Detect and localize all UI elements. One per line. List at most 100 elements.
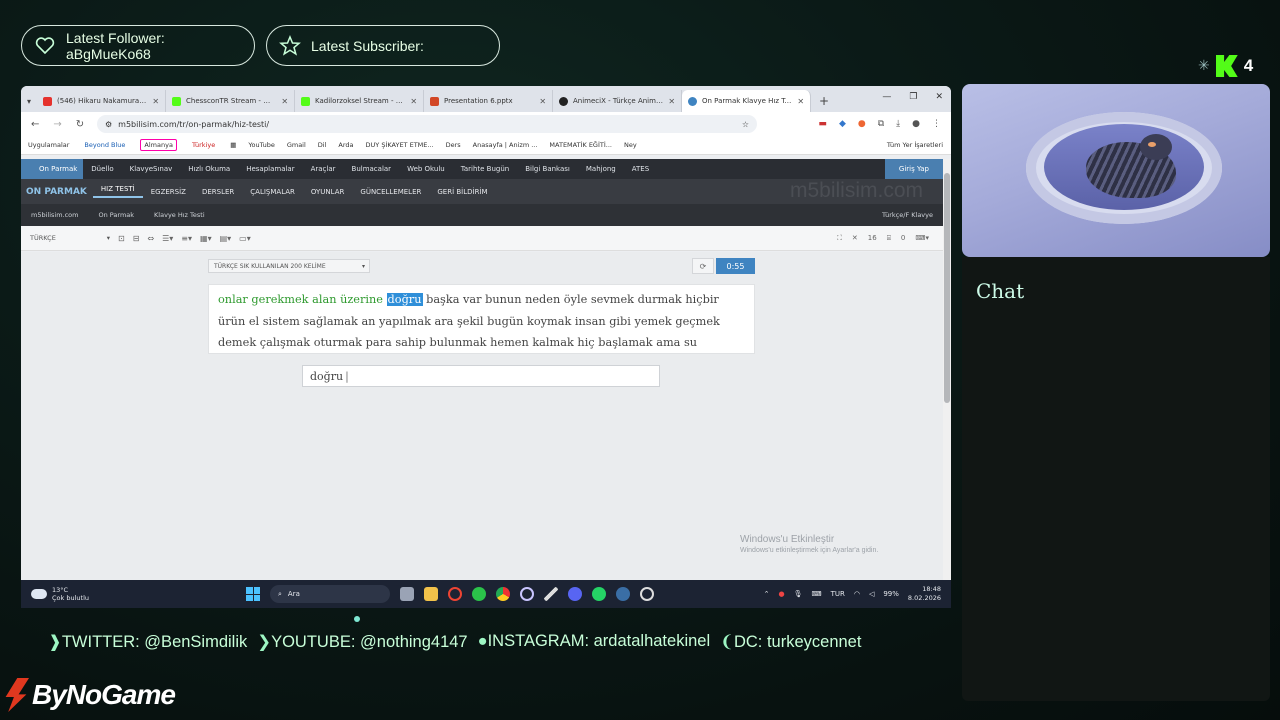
close-tab-icon[interactable]: ✕ — [410, 97, 417, 106]
steam-icon[interactable] — [616, 587, 630, 601]
bookmark-item[interactable]: Ney — [624, 141, 637, 149]
chrome-icon[interactable] — [496, 587, 510, 601]
reload-icon[interactable]: ↻ — [76, 119, 84, 130]
rows-icon[interactable]: ▤▾ — [220, 234, 232, 243]
translate-icon[interactable]: ◆ — [839, 119, 846, 129]
extension-icon[interactable]: ▬ — [818, 119, 827, 129]
microphone-icon[interactable]: 🎙 — [794, 590, 803, 598]
sub-nav-item[interactable]: GERİ BİLDİRİM — [429, 188, 495, 196]
close-tab-icon[interactable]: ✕ — [281, 97, 288, 106]
browser-tab[interactable]: AnimeciX - Türkçe Anime İ ✕ — [553, 90, 683, 112]
weather-widget[interactable]: 13°C Çok bulutlu — [21, 586, 221, 602]
battery-percent[interactable]: 99% — [883, 590, 899, 598]
sub-nav-item[interactable]: OYUNLAR — [303, 188, 352, 196]
browser-tab[interactable]: Kadilorzoksel Stream - Wa ✕ — [295, 90, 425, 112]
profile-icon[interactable]: ● — [912, 119, 920, 129]
typing-input[interactable]: doğru | — [302, 365, 660, 387]
close-window-icon[interactable]: ✕ — [935, 92, 943, 102]
language-select[interactable]: TÜRKÇE ▾ — [30, 234, 110, 242]
browser-tab[interactable]: Presentation 6.pptx ✕ — [424, 90, 554, 112]
wifi-icon[interactable]: ◠ — [854, 590, 860, 598]
file-explorer-icon[interactable] — [424, 587, 438, 601]
restart-button[interactable]: ⟳ — [692, 258, 714, 274]
close-tab-icon[interactable]: ✕ — [539, 97, 546, 106]
nav-item[interactable]: Mahjong — [578, 165, 624, 173]
nav-item[interactable]: Araçlar — [303, 165, 344, 173]
minimize-icon[interactable]: — — [882, 92, 891, 102]
bookmark-item[interactable]: Dil — [318, 141, 327, 149]
scrollbar[interactable] — [943, 159, 951, 580]
maximize-icon[interactable]: ❐ — [909, 92, 917, 102]
nav-item[interactable]: Bulmacalar — [344, 165, 400, 173]
forward-icon[interactable]: → — [53, 119, 61, 130]
bookmark-item[interactable]: Almanya — [140, 139, 177, 151]
keyboard-layout-label[interactable]: Türkçe/F Klavye — [872, 211, 943, 219]
sub-nav-item[interactable]: ÇALIŞMALAR — [242, 188, 303, 196]
menu-kebab-icon[interactable]: ⋮ — [932, 119, 941, 129]
close-tab-icon[interactable]: ✕ — [668, 97, 675, 106]
keyboard-icon[interactable]: ⌨ — [811, 590, 821, 598]
browser-tab[interactable]: ChessconTR Stream - Wat ✕ — [166, 90, 296, 112]
browser-tab-active[interactable]: On Parmak Klavye Hız Testi ✕ — [682, 90, 812, 112]
nav-item-on-parmak[interactable]: On Parmak — [21, 159, 84, 179]
fullscreen-icon[interactable]: ⛶ — [837, 234, 842, 243]
breadcrumb-item[interactable]: On Parmak — [88, 211, 144, 219]
nav-item[interactable]: Web Okulu — [399, 165, 453, 173]
site-brand[interactable]: ON PARMAK — [21, 187, 93, 197]
download-icon[interactable]: ⤓ — [896, 119, 900, 129]
browser-tab[interactable]: (546) Hikaru Nakamura vs ✕ — [37, 90, 167, 112]
bookmark-item[interactable]: DUY ŞİKAYET ETME... — [366, 141, 434, 149]
grid-icon[interactable]: ▦▾ — [200, 234, 212, 243]
close-tab-icon[interactable]: ✕ — [797, 97, 804, 106]
layout-icon[interactable]: ⊟ — [133, 234, 140, 243]
chevron-up-icon[interactable]: ⌃ — [764, 590, 770, 598]
tab-search-icon[interactable]: ▾ — [27, 97, 37, 112]
site-info-icon[interactable]: ⚙ — [105, 120, 112, 129]
close-tab-icon[interactable]: ✕ — [152, 97, 159, 106]
align-icon[interactable]: ≡▾ — [181, 234, 192, 243]
clock[interactable]: 18:48 8.02.2026 — [908, 585, 941, 603]
opera-icon[interactable] — [448, 587, 462, 601]
sub-nav-item[interactable]: DERSLER — [194, 188, 242, 196]
bookmark-item[interactable]: Ders — [446, 141, 461, 149]
list-icon[interactable]: ☰▾ — [162, 234, 173, 243]
app-icon[interactable] — [640, 587, 654, 601]
bookmark-star-icon[interactable]: ☆ — [742, 120, 757, 129]
sub-nav-item[interactable]: GÜNCELLEMELER — [352, 188, 429, 196]
bookmark-item[interactable]: Beyond Blue — [81, 140, 128, 150]
monitor-icon[interactable]: ▭▾ — [239, 234, 251, 243]
extensions-puzzle-icon[interactable]: ⧉ — [878, 119, 884, 129]
input-language[interactable]: TUR — [831, 590, 845, 598]
scrollbar-thumb[interactable] — [944, 173, 950, 403]
pen-icon[interactable] — [544, 587, 558, 601]
task-view-icon[interactable] — [400, 587, 414, 601]
obs-icon[interactable] — [520, 587, 534, 601]
nav-item[interactable]: Bilgi Bankası — [517, 165, 578, 173]
breadcrumb-item[interactable]: m5bilisim.com — [21, 211, 88, 219]
bookmark-item[interactable]: MATEMATİK EĞİTİ... — [549, 141, 612, 149]
bookmark-item[interactable]: Uygulamalar — [28, 141, 69, 149]
back-icon[interactable]: ← — [31, 119, 39, 130]
bookmark-item[interactable]: Tüm Yer İşaretleri — [887, 141, 951, 149]
nav-item[interactable]: Hızlı Okuma — [180, 165, 238, 173]
swap-icon[interactable]: ⇔ — [147, 234, 154, 243]
start-button[interactable] — [246, 587, 260, 601]
sub-nav-item[interactable]: EGZERSİZ — [143, 188, 194, 196]
nav-item[interactable]: KlavyeSınav — [122, 165, 181, 173]
extension-icon[interactable]: ● — [858, 119, 866, 129]
bookmark-item[interactable]: Anasayfa | Anizm ... — [473, 141, 538, 149]
grid-icon[interactable]: ▦ — [230, 141, 236, 149]
shuffle-icon[interactable]: ✕ — [852, 234, 858, 243]
word-set-select[interactable]: TÜRKÇE SIK KULLANILAN 200 KELİME ▾ — [208, 259, 370, 273]
taskbar-search[interactable]: ⌕ Ara — [270, 585, 390, 603]
line-icon[interactable] — [472, 587, 486, 601]
tray-app-icon[interactable]: ● — [778, 590, 784, 598]
new-tab-button[interactable]: + — [811, 94, 837, 112]
discord-icon[interactable] — [568, 587, 582, 601]
keyboard-icon[interactable]: ⊡ — [118, 234, 125, 243]
stats-icon[interactable]: ⌸ — [887, 234, 891, 243]
bookmark-item[interactable]: Gmail — [287, 141, 306, 149]
nav-item[interactable]: Hesaplamalar — [238, 165, 302, 173]
whatsapp-icon[interactable] — [592, 587, 606, 601]
tab-hiz-testi[interactable]: HIZ TESTİ — [92, 185, 143, 198]
